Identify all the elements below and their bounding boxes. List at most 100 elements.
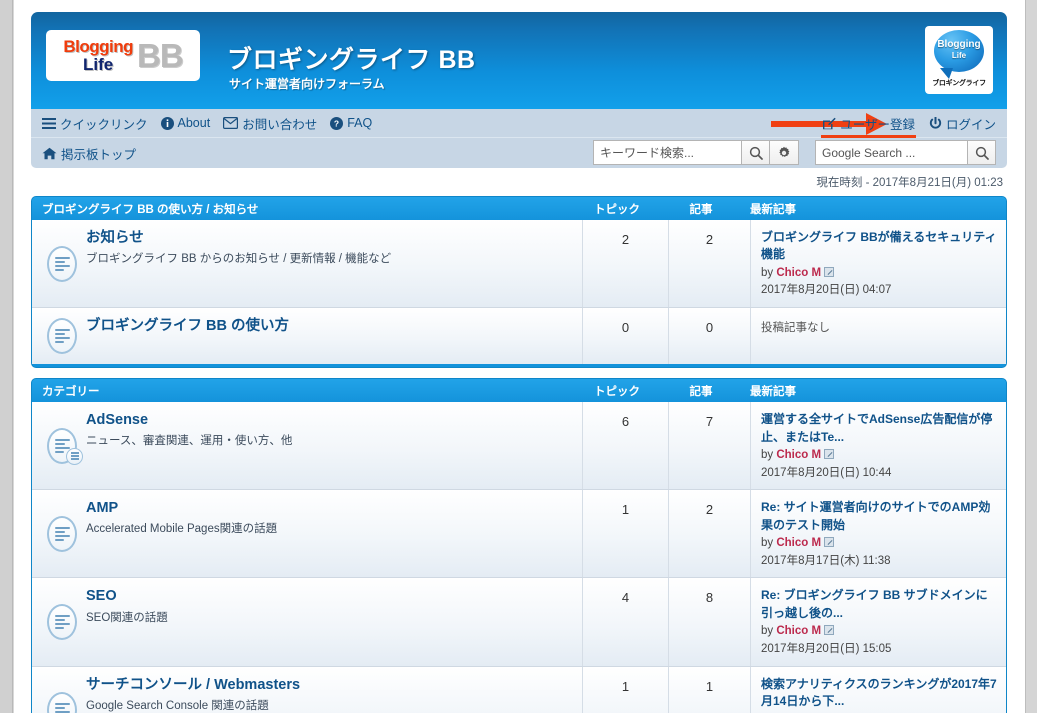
forum-read-subforum-icon[interactable] [47, 427, 83, 465]
forum-icon-lines [54, 701, 70, 713]
forum-last-post-cell: Re: サイト運営者向けのサイトでのAMP効果のテスト開始 by Chico M 2… [750, 490, 1006, 578]
forum-info-cell: AMP Accelerated Mobile Pages関連の話題 [84, 490, 582, 577]
forum-description: ニュース、審査関連、運用・使い方、他 [86, 435, 293, 448]
section-header: ブロギングライフ BB の使い方 / お知らせ トピック 記事 最新記事 [32, 197, 1006, 220]
gear-icon [777, 146, 791, 160]
google-search-group [815, 140, 996, 165]
pencil-square-icon [822, 117, 836, 130]
current-time-row: 現在時刻 - 2017年8月21日(月) 01:23 [31, 168, 1007, 196]
goto-last-post-icon[interactable] [824, 625, 835, 636]
forum-icon-cell [32, 308, 84, 364]
goto-last-post-icon[interactable] [824, 448, 835, 459]
forum-info-cell: AdSense ニュース、審査関連、運用・使い方、他 [84, 402, 582, 489]
google-search-input[interactable] [815, 140, 967, 165]
forum-sections: ブロギングライフ BB の使い方 / お知らせ トピック 記事 最新記事 お知らせ ブロギ… [31, 196, 1007, 713]
forum-last-post-cell: 検索アナリティクスのランキングが2017年7月14日から下...by Chico… [750, 666, 1006, 713]
forum-row: AdSense ニュース、審査関連、運用・使い方、他 6 7 運営する全サイトでAdSe… [32, 402, 1006, 491]
google-search-submit-button[interactable] [967, 140, 996, 165]
nav-faq[interactable]: ? FAQ [330, 116, 372, 130]
forum-title-link[interactable]: AMP [86, 499, 572, 517]
magnifier-icon [749, 146, 763, 160]
nav-register[interactable]: ユーザー登録 [821, 114, 916, 139]
primary-navbar: クイックリンク About お問い合わせ ? FAQ ユーザー登録 ログイン [31, 109, 1007, 139]
forum-topics-count: 4 [582, 578, 668, 666]
nav-contact[interactable]: お問い合わせ [223, 114, 317, 133]
nav-quicklinks-label: クイックリンク [60, 117, 148, 132]
site-description: サイト運営者向けフォーラム [229, 77, 385, 91]
site-logo[interactable]: Blogging Life BB [46, 30, 200, 81]
last-post-author-link[interactable]: Chico M [776, 625, 821, 637]
forum-topics-count: 0 [582, 308, 668, 365]
question-circle-icon: ? [330, 116, 344, 130]
logo-word-life: Life [83, 55, 114, 74]
section-header: カテゴリー トピック 記事 最新記事 [32, 379, 1006, 403]
section-title[interactable]: カテゴリー [42, 383, 574, 399]
breadcrumb-searchbar: 掲示板トップ [31, 138, 1007, 168]
nav-login[interactable]: ログイン [929, 114, 996, 133]
forum-read-icon[interactable] [47, 318, 77, 355]
last-post-title-link[interactable]: Re: ブロギングライフ BB サブドメインに引っ越し後の... [761, 587, 998, 622]
last-post-author-link[interactable]: Chico M [776, 267, 821, 279]
forum-row: サーチコンソール / Webmasters Google Search Conso… [32, 666, 1006, 713]
forum-topics-count: 1 [582, 666, 668, 713]
last-post-title-link[interactable]: 検索アナリティクスのランキングが2017年7月14日から下... [761, 676, 998, 711]
forum-icon-lines [54, 327, 70, 345]
hamburger-icon [42, 117, 56, 129]
envelope-icon [223, 117, 239, 129]
forum-title-link[interactable]: SEO [86, 587, 572, 605]
forum-topics-count: 1 [582, 490, 668, 578]
goto-last-post-icon[interactable] [824, 537, 835, 548]
last-post-title-link[interactable]: ブロギングライフ BBが備えるセキュリティ機能 [761, 229, 998, 264]
last-post-date: 2017年8月20日(日) 10:44 [761, 466, 892, 479]
forum-icon-cell [32, 490, 84, 577]
forum-wrapper: Blogging Life BB ブロギングライフ BB サイト運営者向けフォー… [31, 12, 1007, 713]
magnifier-icon [975, 146, 989, 160]
forum-read-icon[interactable] [47, 692, 77, 713]
header-badge-logo[interactable]: Blogging Life ブロギングライフ [925, 26, 993, 94]
last-post-author-row: by Chico M [761, 535, 998, 552]
section-title[interactable]: ブロギングライフ BB の使い方 / お知らせ [42, 201, 574, 217]
forum-read-icon[interactable] [47, 603, 77, 640]
logo-initials: BB [136, 36, 184, 74]
forum-posts-count: 7 [668, 402, 750, 490]
nav-faq-label: FAQ [347, 116, 373, 130]
forum-last-post-cell: Re: ブロギングライフ BB サブドメインに引っ越し後の... by Chico… [750, 578, 1006, 666]
last-post-author-link[interactable]: Chico M [776, 449, 821, 461]
svg-text:?: ? [334, 118, 339, 128]
search-options-button[interactable] [770, 140, 799, 165]
forum-title-link[interactable]: ブロギングライフ BB の使い方 [86, 317, 572, 335]
no-posts-text: 投稿記事なし [761, 322, 830, 335]
forum-read-icon[interactable] [47, 515, 77, 552]
search-submit-button[interactable] [741, 140, 770, 165]
last-post-date: 2017年8月17日(木) 11:38 [761, 554, 891, 567]
last-post-title-link[interactable]: 運営する全サイトでAdSense広告配信が停止、またはTe... [761, 411, 998, 446]
forum-last-post-cell: ブロギングライフ BBが備えるセキュリティ機能 by Chico M 2017年8月… [750, 220, 1006, 308]
forum-list: お知らせ ブロギングライフ BB からのお知らせ / 更新情報 / 機能など 2 2 ブ… [32, 220, 1006, 365]
column-header-posts: 記事 [689, 385, 713, 398]
breadcrumb[interactable]: 掲示板トップ [42, 144, 136, 163]
forum-icon-cell [32, 667, 84, 713]
search-area [593, 140, 996, 165]
by-label: by [761, 448, 777, 461]
column-header-last-post: 最新記事 [750, 385, 796, 398]
forum-title-link[interactable]: AdSense [86, 411, 572, 429]
goto-last-post-icon[interactable] [824, 266, 835, 277]
nav-about[interactable]: About [160, 116, 211, 130]
column-header-last-post: 最新記事 [750, 203, 796, 216]
last-post-author-link[interactable]: Chico M [776, 537, 821, 549]
forum-read-icon[interactable] [47, 245, 77, 282]
search-input[interactable] [593, 140, 741, 165]
last-post-author-row: by Chico M [761, 447, 998, 464]
nav-about-label: About [177, 116, 211, 130]
forum-section: ブロギングライフ BB の使い方 / お知らせ トピック 記事 最新記事 お知らせ ブロギ… [31, 196, 1007, 369]
forum-info-cell: SEO SEO関連の話題 [84, 578, 582, 665]
forum-title-link[interactable]: お知らせ [86, 229, 572, 247]
forum-row: お知らせ ブロギングライフ BB からのお知らせ / 更新情報 / 機能など 2 2 ブ… [32, 220, 1006, 309]
forum-title-link[interactable]: サーチコンソール / Webmasters [86, 676, 572, 694]
nav-quicklinks[interactable]: クイックリンク [42, 114, 148, 133]
forum-posts-count: 0 [668, 308, 750, 365]
nav-login-label: ログイン [945, 118, 996, 132]
forum-topics-count: 6 [582, 402, 668, 490]
last-post-date: 2017年8月20日(日) 04:07 [761, 284, 892, 297]
last-post-title-link[interactable]: Re: サイト運営者向けのサイトでのAMP効果のテスト開始 [761, 499, 998, 534]
